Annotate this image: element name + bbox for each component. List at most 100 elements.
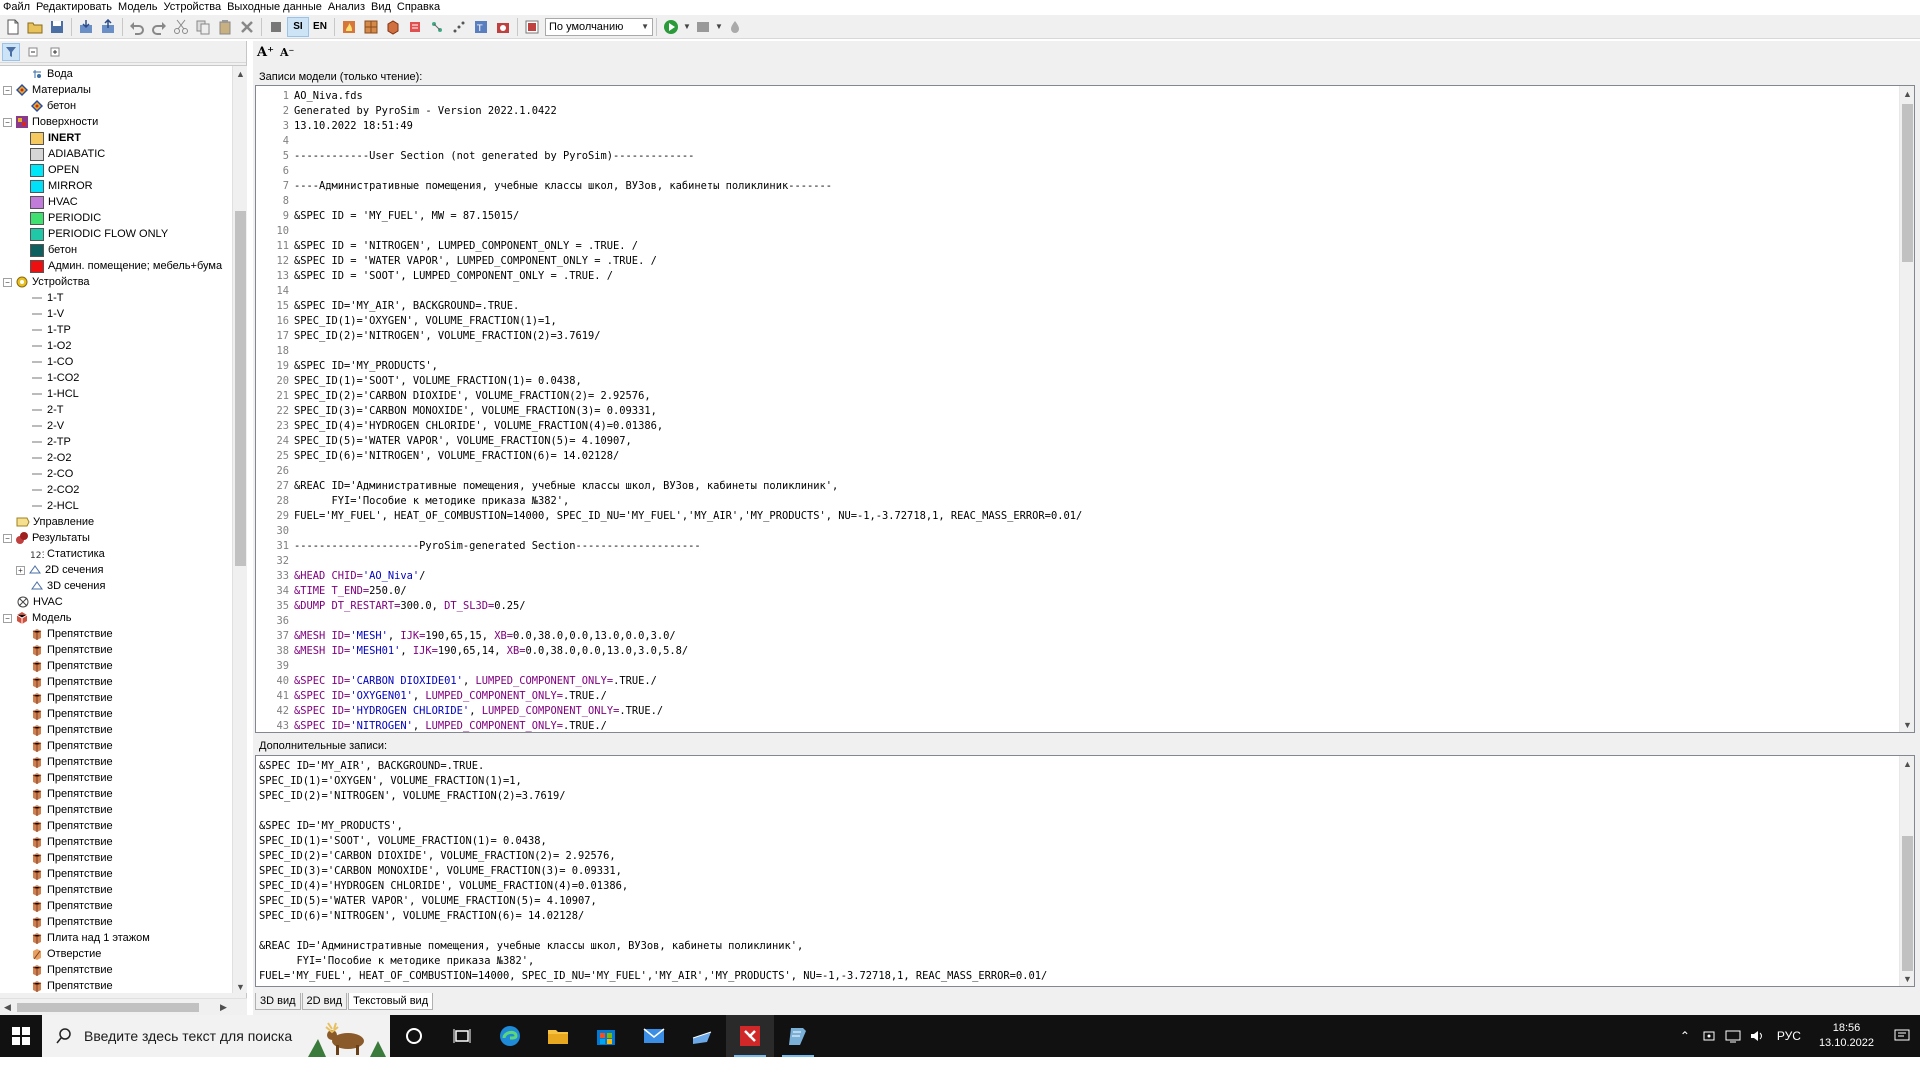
results-tool-icon[interactable] [692,17,714,37]
tree-item[interactable]: Препятствие [0,706,232,722]
tree-item[interactable]: HVAC [0,194,232,210]
records-vertical-scrollbar[interactable]: ▲ ▼ [1899,86,1914,732]
tree-item[interactable]: Препятствие [0,834,232,850]
expand-all-icon[interactable] [46,43,64,61]
results-dropdown-icon[interactable]: ▼ [714,17,724,37]
tree-item[interactable]: Плита над 1 этажом [0,930,232,946]
tree-item[interactable]: Препятствие [0,722,232,738]
store-icon[interactable] [582,1015,630,1057]
tree-item[interactable]: Отверстие [0,946,232,962]
tree-item[interactable]: Препятствие [0,786,232,802]
tree-item[interactable]: Админ. помещение; мебель+бума [0,258,232,274]
tree-item[interactable]: 1-T [0,290,232,306]
collapse-icon[interactable]: − [3,613,12,623]
tree-item[interactable]: HVAC [0,594,232,610]
additional-vertical-scrollbar[interactable]: ▲ ▼ [1899,756,1914,986]
scroll-left-icon[interactable]: ◀ [0,1000,15,1015]
tree-item[interactable]: OPEN [0,162,232,178]
delete-icon[interactable] [236,17,258,37]
mesh-icon[interactable] [360,17,382,37]
collapse-icon[interactable]: − [3,533,12,543]
collapse-icon[interactable]: − [3,117,12,127]
model-records-textarea[interactable]: 1 AO_Niva.fds 2 Generated by PyroSim - Vers… [255,85,1915,733]
collapse-icon[interactable]: − [3,277,12,287]
open-folder-icon[interactable] [24,17,46,37]
tree-item[interactable]: Препятствие [0,738,232,754]
vent-tool-icon[interactable] [404,17,426,37]
tree-item[interactable]: Препятствие [0,866,232,882]
menu-item-4[interactable]: Выходные данные [224,0,325,14]
stop-icon[interactable] [265,17,287,37]
tree-item[interactable]: Препятствие [0,962,232,978]
app-window-icon[interactable] [678,1015,726,1057]
menu-item-3[interactable]: Устройства [161,0,225,14]
cut-icon[interactable] [170,17,192,37]
notification-center-icon[interactable] [1884,1015,1920,1057]
fire-run-icon[interactable] [492,17,514,37]
input-language-indicator[interactable]: РУС [1769,1029,1809,1043]
tree-item[interactable]: Препятствие [0,818,232,834]
tree-item[interactable]: Препятствие [0,770,232,786]
tree-item[interactable]: Препятствие [0,626,232,642]
tree-item[interactable]: Препятствие [0,882,232,898]
new-file-icon[interactable] [2,17,24,37]
tree-item[interactable]: Препятствие [0,978,232,993]
tree-item[interactable]: 1-V [0,306,232,322]
tree-item[interactable]: Препятствие [0,914,232,930]
tree-item[interactable]: Вода [0,66,232,82]
scrollbar-thumb[interactable] [1902,104,1913,262]
collapse-icon[interactable]: − [3,85,12,95]
cortana-icon[interactable] [390,1015,438,1057]
si-units-button[interactable]: SI [287,16,309,37]
tree-item[interactable]: − Материалы [0,82,232,98]
pyrosim-app-icon[interactable] [726,1015,774,1057]
view-tab-0[interactable]: 3D вид [255,993,301,1010]
scroll-up-icon[interactable]: ▲ [1900,756,1914,771]
font-decrease-button[interactable]: A⁻ [280,46,294,59]
en-units-button[interactable]: EN [309,17,331,37]
tree-item[interactable]: 2-V [0,418,232,434]
device-tool-icon[interactable] [426,17,448,37]
tree-item[interactable]: 2-HCL [0,498,232,514]
tree-item[interactable]: Управление [0,514,232,530]
tree-item[interactable]: − Поверхности [0,114,232,130]
menu-item-2[interactable]: Модель [115,0,160,14]
tree-item[interactable]: 2-CO2 [0,482,232,498]
chevron-up-icon[interactable]: ⌃ [1673,1015,1697,1057]
tree-item[interactable]: Препятствие [0,658,232,674]
fire-icon[interactable] [338,17,360,37]
view-settings-icon[interactable] [521,17,543,37]
tree-item[interactable]: ADIABATIC [0,146,232,162]
expand-icon[interactable]: + [16,565,25,575]
tree-item[interactable]: бетон [0,242,232,258]
tree-item[interactable]: 3D сечения [0,578,232,594]
menu-item-1[interactable]: Редактировать [33,0,115,14]
tree-item[interactable]: 2-O2 [0,450,232,466]
run-dropdown-icon[interactable]: ▼ [682,17,692,37]
tree-item[interactable]: 2-TP [0,434,232,450]
scroll-right-icon[interactable]: ▶ [216,1000,231,1015]
tree-item[interactable]: 1-CO [0,354,232,370]
text-tool-icon[interactable]: Т [470,17,492,37]
scroll-down-icon[interactable]: ▼ [233,979,247,993]
system-clock[interactable]: 18:56 13.10.2022 [1809,1021,1884,1051]
tree-item[interactable]: Препятствие [0,642,232,658]
view-tab-1[interactable]: 2D вид [301,993,348,1010]
tree-item[interactable]: Препятствие [0,802,232,818]
scroll-up-icon[interactable]: ▲ [1900,86,1914,101]
filter-icon[interactable] [2,42,20,61]
font-increase-button[interactable]: A⁺ [257,45,274,60]
additional-records-textarea[interactable]: &SPEC ID='MY_AIR', BACKGROUND=.TRUE. SPEC… [255,755,1915,987]
scroll-up-icon[interactable]: ▲ [233,66,247,81]
tree-item[interactable]: PERIODIC [0,210,232,226]
tree-item[interactable]: Препятствие [0,850,232,866]
menu-item-5[interactable]: Анализ [325,0,368,14]
export-icon[interactable] [97,17,119,37]
scrollbar-thumb[interactable] [1902,836,1913,971]
task-view-icon[interactable] [438,1015,486,1057]
collapse-all-icon[interactable] [24,43,42,61]
menu-item-0[interactable]: Файл [0,0,33,14]
tree-item[interactable]: INERT [0,130,232,146]
tree-item[interactable]: 1-O2 [0,338,232,354]
file-explorer-icon[interactable] [534,1015,582,1057]
